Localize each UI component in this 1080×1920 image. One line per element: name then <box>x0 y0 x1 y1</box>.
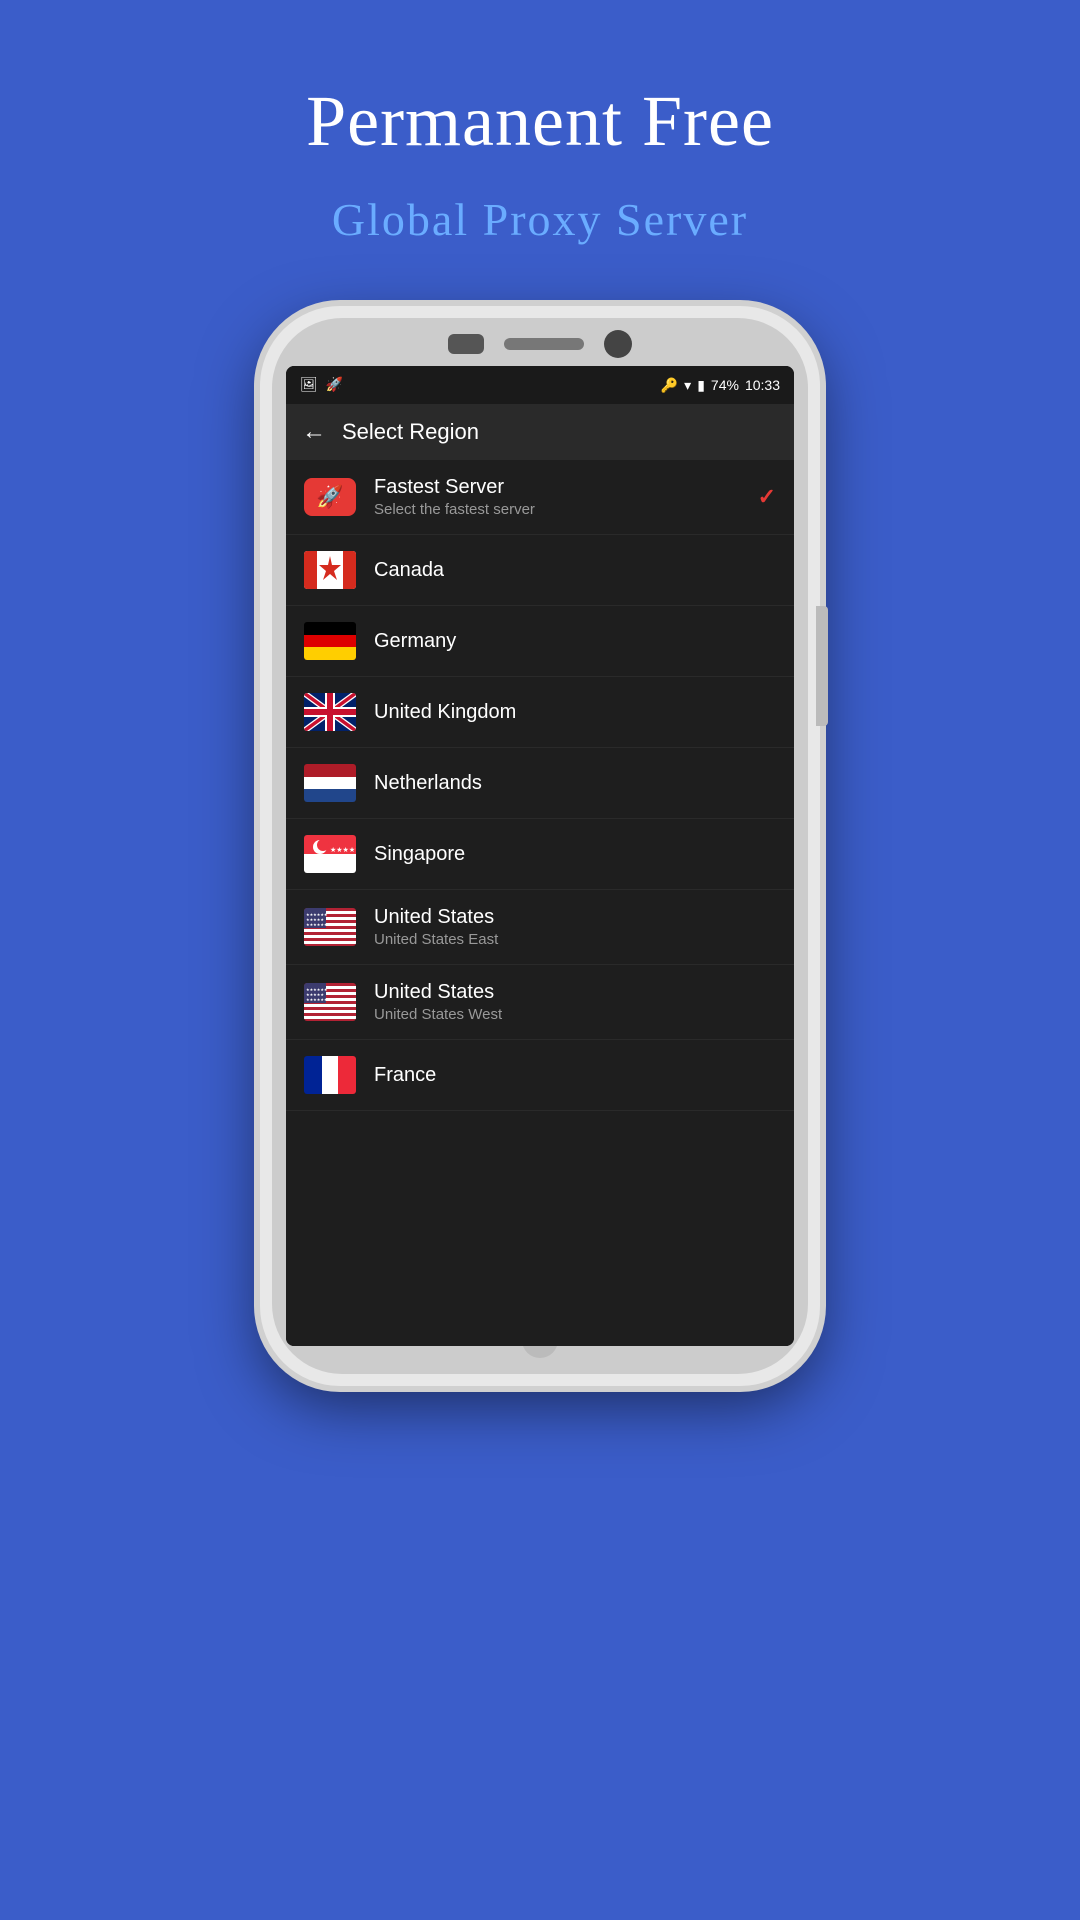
app-bar-title: Select Region <box>342 419 479 445</box>
time-display: 10:33 <box>745 377 780 393</box>
server-item-fastest[interactable]: 🚀 Fastest Server Select the fastest serv… <box>286 460 794 535</box>
server-item-france[interactable]: France <box>286 1040 794 1111</box>
germany-server-name: Germany <box>374 630 776 653</box>
flag-us-east: ★★★★★★ ★★★★★ ★★★★★★ <box>304 908 356 946</box>
fastest-server-name: Fastest Server <box>374 476 758 499</box>
server-item-canada[interactable]: Canada <box>286 535 794 606</box>
phone-speaker <box>504 338 584 350</box>
uk-server-name: United Kingdom <box>374 701 776 724</box>
us-west-server-subtitle: United States West <box>374 1006 776 1023</box>
flag-canada <box>304 551 356 589</box>
flag-us-west: ★★★★★★ ★★★★★ ★★★★★★ <box>304 983 356 1021</box>
uk-server-info: United Kingdom <box>374 701 776 724</box>
fastest-server-info: Fastest Server Select the fastest server <box>374 476 758 518</box>
singapore-server-name: Singapore <box>374 843 776 866</box>
server-item-uk[interactable]: United Kingdom <box>286 677 794 748</box>
svg-text:★★★★★: ★★★★★ <box>330 846 356 854</box>
server-item-germany[interactable]: Germany <box>286 606 794 677</box>
phone-shell: 🖼 🚀 🔑 ▾ ▮ 74% 10:33 ← Select Region <box>260 306 820 1386</box>
netherlands-server-name: Netherlands <box>374 772 776 795</box>
us-east-server-subtitle: United States East <box>374 931 776 948</box>
flag-netherlands <box>304 764 356 802</box>
phone-camera-right <box>604 330 632 358</box>
flag-france <box>304 1056 356 1094</box>
app-icon: 🚀 <box>326 377 343 394</box>
us-east-server-name: United States <box>374 906 776 929</box>
canada-server-name: Canada <box>374 559 776 582</box>
netherlands-server-info: Netherlands <box>374 772 776 795</box>
phone-side-button <box>816 606 828 726</box>
flag-uk <box>304 693 356 731</box>
page-title: Permanent Free <box>306 80 774 163</box>
fastest-server-subtitle: Select the fastest server <box>374 501 758 518</box>
status-bar: 🖼 🚀 🔑 ▾ ▮ 74% 10:33 <box>286 366 794 404</box>
phone-camera-left <box>448 334 484 354</box>
status-right-icons: 🔑 ▾ ▮ 74% 10:33 <box>661 377 780 394</box>
rocket-icon: 🚀 <box>316 484 343 510</box>
server-item-us-west[interactable]: ★★★★★★ ★★★★★ ★★★★★★ United States United… <box>286 965 794 1040</box>
phone-top-bar <box>440 334 640 354</box>
key-icon: 🔑 <box>661 377 678 394</box>
server-item-netherlands[interactable]: Netherlands <box>286 748 794 819</box>
page-subtitle: Global Proxy Server <box>332 193 748 246</box>
status-left-icons: 🖼 🚀 <box>300 377 343 394</box>
us-east-server-info: United States United States East <box>374 906 776 948</box>
back-button[interactable]: ← <box>302 419 326 446</box>
server-list: 🚀 Fastest Server Select the fastest serv… <box>286 460 794 1346</box>
signal-icon: ▮ <box>697 377 705 394</box>
svg-text:★★★★★★: ★★★★★★ <box>306 997 328 1002</box>
server-item-us-east[interactable]: ★★★★★★ ★★★★★ ★★★★★★ United States United… <box>286 890 794 965</box>
germany-server-info: Germany <box>374 630 776 653</box>
server-item-singapore[interactable]: ★★★★★ Singapore <box>286 819 794 890</box>
us-west-server-name: United States <box>374 981 776 1004</box>
battery-level: 74% <box>711 377 739 393</box>
us-west-server-info: United States United States West <box>374 981 776 1023</box>
app-bar: ← Select Region <box>286 404 794 460</box>
flag-germany <box>304 622 356 660</box>
notification-icon: 🖼 <box>300 377 318 394</box>
singapore-server-info: Singapore <box>374 843 776 866</box>
france-server-info: France <box>374 1064 776 1087</box>
fastest-server-icon: 🚀 <box>304 478 356 516</box>
phone-screen: 🖼 🚀 🔑 ▾ ▮ 74% 10:33 ← Select Region <box>286 366 794 1346</box>
fastest-check-icon: ✓ <box>758 484 776 510</box>
phone-mockup: 🖼 🚀 🔑 ▾ ▮ 74% 10:33 ← Select Region <box>260 306 820 1406</box>
wifi-icon: ▾ <box>684 377 691 394</box>
canada-server-info: Canada <box>374 559 776 582</box>
france-server-name: France <box>374 1064 776 1087</box>
svg-text:★★★★★★: ★★★★★★ <box>306 922 328 927</box>
flag-singapore: ★★★★★ <box>304 835 356 873</box>
